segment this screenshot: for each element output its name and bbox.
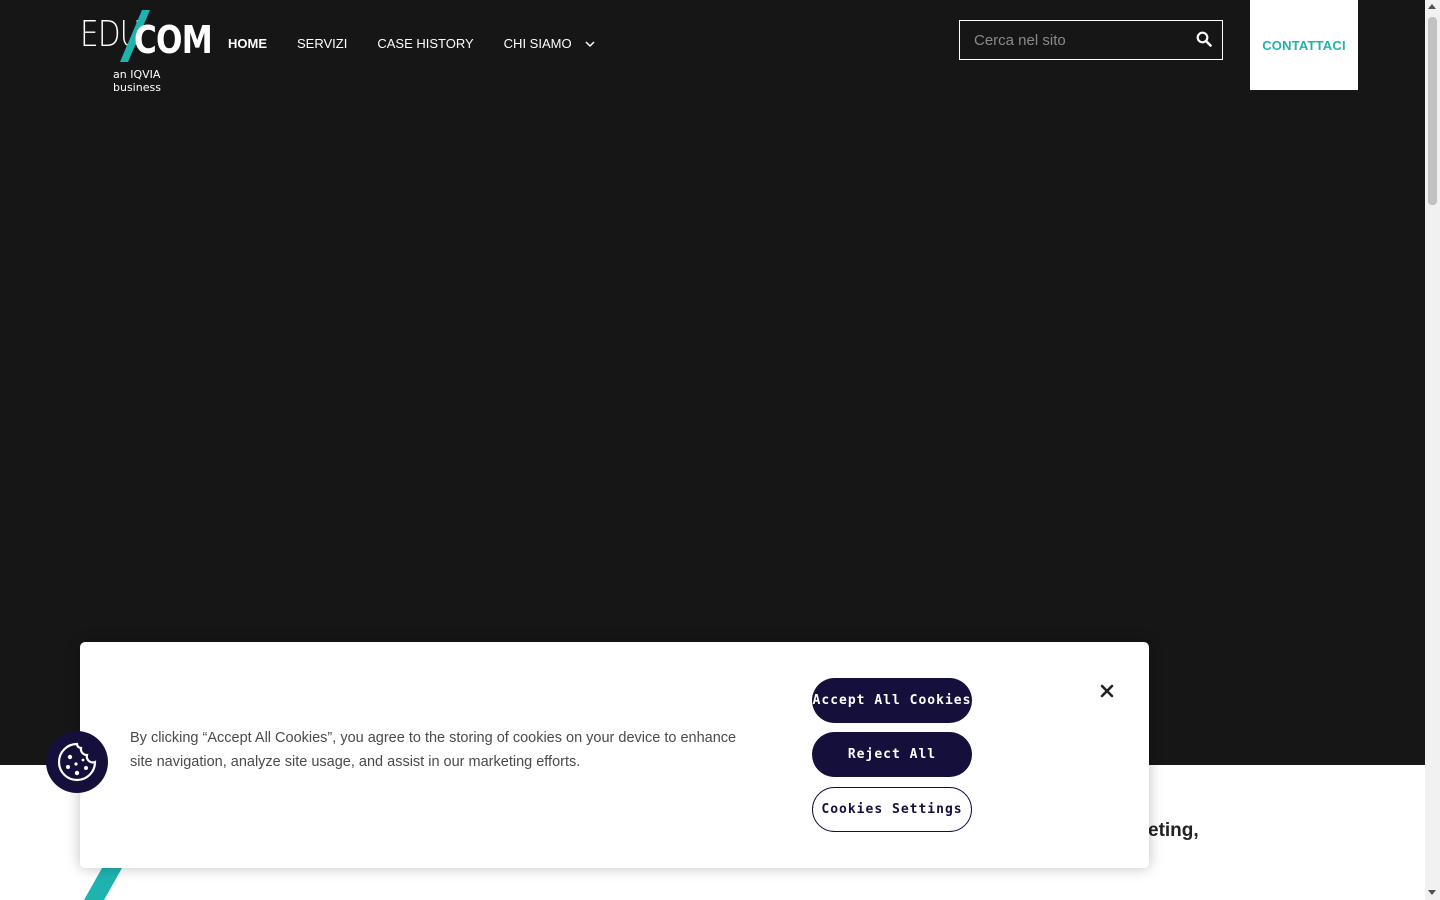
nav-chi-siamo-label: CHI SIAMO	[503, 36, 572, 51]
cookie-consent-text: By clicking “Accept All Cookies”, you ag…	[130, 730, 737, 770]
contact-button[interactable]: CONTATTACI	[1250, 0, 1358, 90]
accept-all-cookies-button[interactable]: Accept All Cookies	[812, 678, 972, 723]
chevron-down-icon	[585, 41, 595, 48]
search-input[interactable]	[960, 21, 1185, 59]
nav-home[interactable]: HOME	[228, 36, 267, 51]
cookie-icon	[57, 742, 97, 782]
logo-tagline: an IQVIA business	[113, 68, 161, 94]
close-icon[interactable]	[1099, 683, 1115, 699]
nav-case-history[interactable]: CASE HISTORY	[377, 36, 473, 51]
teal-stripe-decoration	[84, 868, 122, 900]
scroll-down-arrow[interactable]	[1428, 890, 1436, 895]
search-icon[interactable]	[1196, 31, 1212, 47]
educom-logo[interactable]: EDU COM an IQVIA business	[80, 10, 213, 94]
page-scrollbar[interactable]	[1425, 0, 1440, 900]
reject-all-cookies-button[interactable]: Reject All	[812, 732, 972, 777]
site-search	[959, 20, 1223, 60]
scroll-up-arrow[interactable]	[1428, 4, 1436, 9]
cookies-settings-button[interactable]: Cookies Settings	[812, 787, 972, 832]
cookie-consent-banner: By clicking “Accept All Cookies”, you ag…	[80, 642, 1149, 868]
cookie-preferences-button[interactable]	[46, 731, 108, 793]
section-text-partial: eting,	[1148, 820, 1199, 841]
logo-text-com: COM	[134, 18, 213, 62]
nav-servizi[interactable]: SERVIZI	[297, 36, 347, 51]
main-nav: HOME SERVIZI CASE HISTORY CHI SIAMO	[228, 36, 625, 51]
nav-chi-siamo[interactable]: CHI SIAMO	[504, 36, 596, 51]
scrollbar-thumb[interactable]	[1428, 17, 1437, 205]
